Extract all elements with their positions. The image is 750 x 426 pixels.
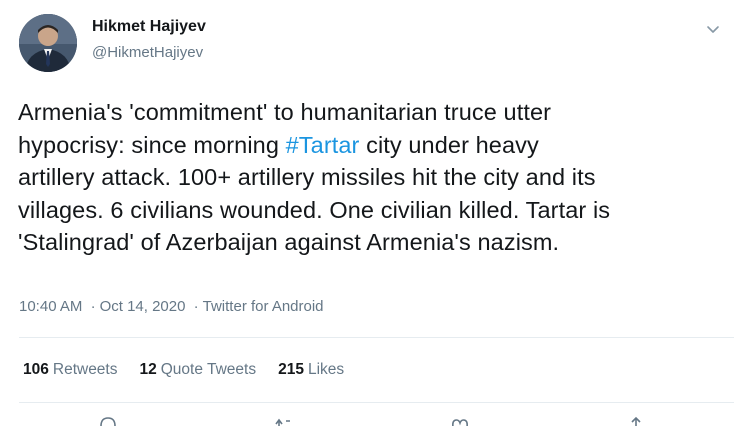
retweet-icon[interactable] (272, 414, 296, 426)
avatar-image (19, 14, 77, 72)
metadata-separator: · (193, 298, 199, 315)
tweet-stats: 106 Retweets 12 Quote Tweets 215 Likes (23, 361, 344, 379)
tweet-text-line: hypocrisy: since morning #Tartar city un… (18, 129, 733, 162)
author-handle[interactable]: @HikmetHajiyev (92, 44, 203, 61)
tweet-text-segment: villages. 6 civilians wounded. One civil… (18, 196, 611, 223)
tweet-text-segment: 'Stalingrad' of Azerbaijan against Armen… (18, 229, 560, 255)
tweet-time[interactable]: 10:40 AM (19, 298, 82, 315)
hashtag-link[interactable]: #Tartar (286, 132, 360, 158)
tweet-text-segment: city under heavy (359, 131, 539, 158)
tweet-date[interactable]: Oct 14, 2020 (100, 298, 186, 315)
divider (19, 402, 734, 403)
tweet-text-segment: Armenia's 'commitment' to humanitarian t… (18, 99, 552, 125)
tweet-actions-bar (0, 414, 750, 426)
tweet-card: Hikmet Hajiyev @HikmetHajiyev Armenia's … (0, 0, 750, 426)
divider (19, 337, 734, 338)
retweets-label: Retweets (52, 361, 118, 378)
tweet-text-segment: artillery attack. 100+ artillery missile… (18, 164, 596, 190)
quote-tweets-stat[interactable]: 12 Quote Tweets (140, 361, 257, 379)
metadata-separator: · (90, 298, 96, 315)
chevron-down-icon[interactable] (700, 18, 726, 42)
retweets-count: 106 (23, 361, 49, 378)
tweet-text: Armenia's 'commitment' to humanitarian t… (18, 96, 733, 259)
retweets-stat[interactable]: 106 Retweets (23, 361, 118, 379)
likes-stat[interactable]: 215 Likes (278, 361, 344, 379)
tweet-text-line: artillery attack. 100+ artillery missile… (18, 161, 733, 194)
avatar[interactable] (19, 14, 77, 72)
likes-label: Likes (307, 361, 345, 378)
quote-tweets-count: 12 (139, 361, 157, 378)
tweet-text-segment: hypocrisy: since morning (18, 131, 286, 158)
tweet-text-line: 'Stalingrad' of Azerbaijan against Armen… (18, 226, 733, 259)
tweet-metadata: 10:40 AM · Oct 14, 2020 · Twitter for Andr… (19, 298, 324, 315)
tweet-source-link[interactable]: Twitter for Android (203, 298, 324, 315)
share-icon[interactable] (624, 414, 648, 426)
author-name[interactable]: Hikmet Hajiyev (92, 18, 206, 36)
tweet-text-line: villages. 6 civilians wounded. One civil… (18, 194, 733, 227)
reply-icon[interactable] (96, 414, 120, 426)
quote-tweets-label: Quote Tweets (160, 361, 257, 378)
tweet-text-line: Armenia's 'commitment' to humanitarian t… (18, 96, 733, 129)
heart-icon[interactable] (448, 414, 472, 426)
likes-count: 215 (278, 361, 304, 378)
